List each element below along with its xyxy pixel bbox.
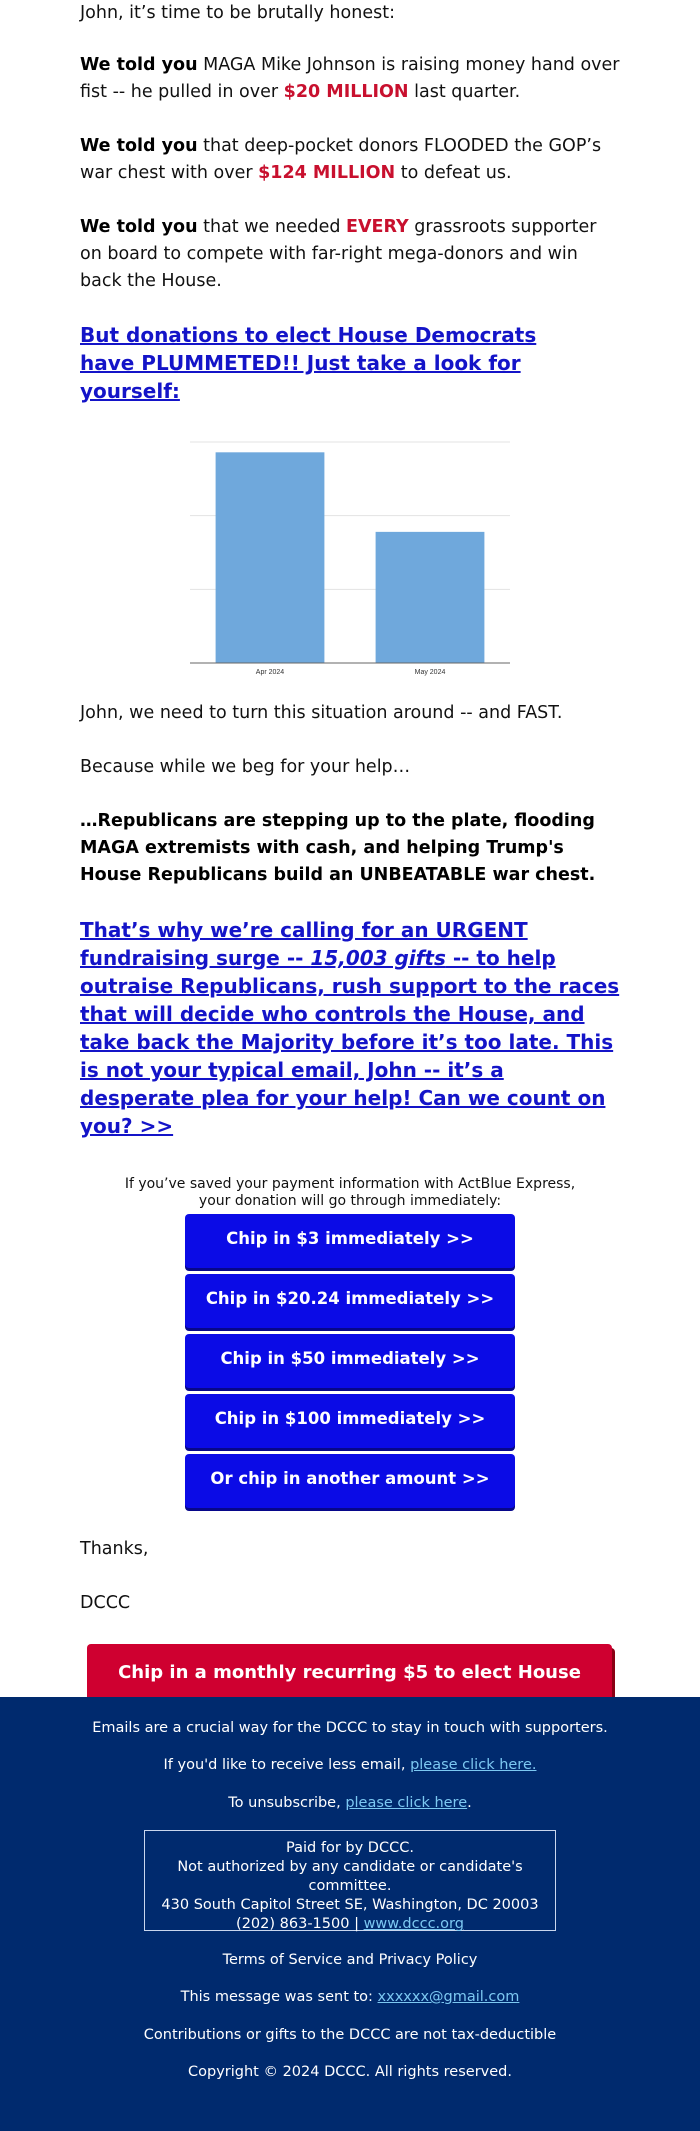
greeting: John, it’s time to be brutally honest: [80,3,395,23]
address-line: 430 South Capitol Street SE, Washington,… [161,1897,539,1913]
actblue-express-note: If you’ve saved your payment information… [0,1176,700,1210]
x-tick-label: Apr 2024 [256,669,285,676]
we-told-you: We told you [80,55,198,75]
footer-text: To unsubscribe, [228,1795,346,1811]
chip-in-20-24-button[interactable]: Chip in $20.24 immediately >> [185,1274,515,1328]
paragraph-text: to defeat us. [395,163,512,183]
headline-line: have PLUMMETED!! Just take a look for yo… [80,351,521,403]
contact-line: (202) 863-1500 | www.dccc.org [145,1915,555,1934]
sent-to-line: This message was sent to: xxxxxx@gmail.c… [0,1988,700,2006]
signoff: Thanks, [80,1539,149,1559]
x-tick-label: May 2024 [415,669,446,676]
bar-apr-2024 [215,452,325,663]
signature: DCCC [80,1593,131,1613]
footer-intro: Emails are a crucial way for the DCCC to… [92,1720,608,1736]
highlight-amount: $20 MILLION [283,82,409,102]
paragraph-text: that we needed [197,217,347,237]
recipient-email-link[interactable]: xxxxxx@gmail.com [378,1989,520,2005]
footer-text: If you'd like to receive less email, [163,1757,411,1773]
authorization-line: Not authorized by any candidate or candi… [177,1859,523,1894]
paragraph-republicans: …Republicans are stepping up to the plat… [80,811,596,885]
chip-in-100-button[interactable]: Chip in $100 immediately >> [185,1394,515,1448]
paragraph-beg: Because while we beg for your help… [80,757,411,777]
footer-less-email: If you'd like to receive less email, ple… [0,1756,700,1774]
urgent-text: -- to help outraise Republicans, rush su… [80,946,620,1138]
paragraph-grassroots: We told you that we needed EVERY grassro… [80,214,620,295]
paid-for-line: Paid for by DCCC. [286,1840,414,1856]
phone-number: (202) 863-1500 | [236,1916,364,1932]
urgent-appeal-link[interactable]: That’s why we’re calling for an URGENT f… [80,916,620,1140]
less-email-link[interactable]: please click here. [410,1757,536,1773]
website-link[interactable]: www.dccc.org [364,1916,464,1932]
headline-line: But donations to elect House Democrats [80,323,537,347]
footer-text: This message was sent to: [180,1989,378,2005]
note-line: your donation will go through immediatel… [198,1193,502,1209]
paragraph-donors: We told you that deep-pocket donors FLOO… [80,133,620,187]
signoff-block: Thanks, DCCC [0,1536,700,1617]
note-line: If you’ve saved your payment information… [124,1176,576,1192]
chip-in-3-button[interactable]: Chip in $3 immediately >> [185,1214,515,1268]
chip-in-50-button[interactable]: Chip in $50 immediately >> [185,1334,515,1388]
highlight-amount: $124 MILLION [258,163,396,183]
bar-chart-svg: Apr 2024 May 2024 [190,441,510,676]
paragraph-text: last quarter. [408,82,521,102]
headline-link[interactable]: But donations to elect House Democrats h… [80,321,620,405]
footer-text: . [467,1795,472,1811]
donations-chart[interactable]: Apr 2024 May 2024 [180,430,520,680]
gifts-goal: 15,003 gifts [310,946,446,970]
highlight-every: EVERY [346,217,409,237]
chip-in-other-amount-button[interactable]: Or chip in another amount >> [185,1454,515,1508]
chart-bars [215,452,485,663]
copyright: Copyright © 2024 DCCC. All rights reserv… [188,2064,512,2080]
terms-privacy-link[interactable]: Terms of Service and Privacy Policy [0,1951,700,1969]
we-told-you: We told you [80,217,198,237]
tax-disclaimer: Contributions or gifts to the DCCC are n… [143,2027,557,2043]
donation-buttons: Chip in $3 immediately >> Chip in $20.24… [185,1214,515,1508]
unsubscribe-link[interactable]: please click here [345,1795,467,1811]
footer: Emails are a crucial way for the DCCC to… [0,1697,700,2131]
bar-may-2024 [375,531,485,663]
paragraph-turn-around: John, we need to turn this situation aro… [80,703,563,723]
email-body: John, it’s time to be brutally honest: W… [0,0,700,1140]
paid-for-box: Paid for by DCCC. Not authorized by any … [144,1830,556,1934]
paragraph-johnson: We told you MAGA Mike Johnson is raising… [80,52,620,106]
x-axis-labels: Apr 2024 May 2024 [256,669,446,676]
footer-unsubscribe: To unsubscribe, please click here. [0,1794,700,1812]
we-told-you: We told you [80,136,198,156]
